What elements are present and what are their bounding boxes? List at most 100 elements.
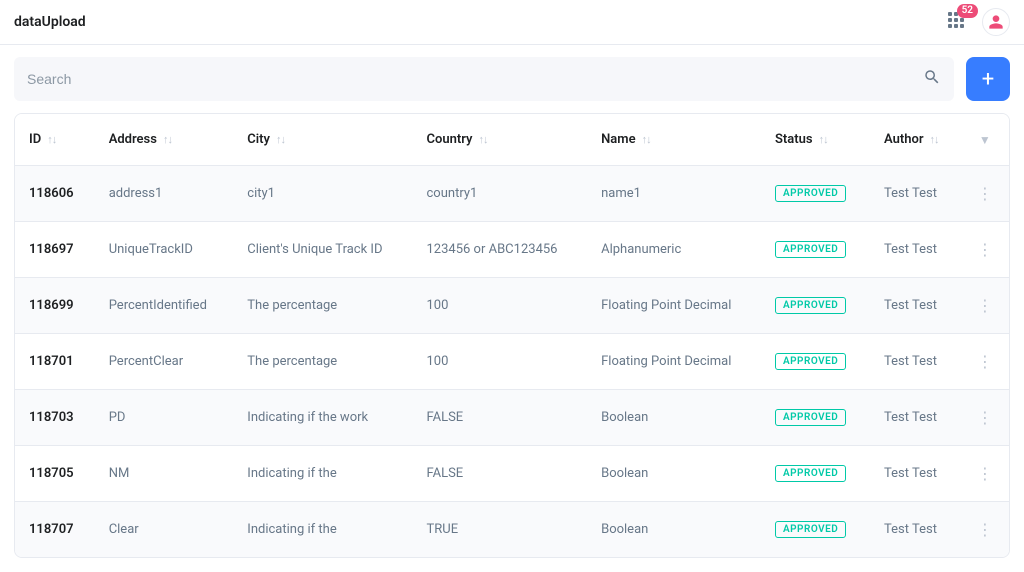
cell-status: APPROVED <box>761 334 870 390</box>
cell-status: APPROVED <box>761 278 870 334</box>
plus-icon: + <box>982 67 994 92</box>
cell-status: APPROVED <box>761 446 870 502</box>
cell-city: Client's Unique Track ID <box>233 222 412 278</box>
cell-country: TRUE <box>413 502 588 557</box>
col-city[interactable]: City↑↓ <box>233 114 412 166</box>
cell-id: 118699 <box>15 278 95 334</box>
status-badge: APPROVED <box>775 353 846 370</box>
status-badge: APPROVED <box>775 465 846 482</box>
cell-address: NM <box>95 446 234 502</box>
cell-id: 118606 <box>15 166 95 222</box>
cell-country: FALSE <box>413 446 588 502</box>
cell-address: PD <box>95 390 234 446</box>
cell-city: city1 <box>233 166 412 222</box>
notification-badge: 52 <box>957 4 978 18</box>
table-row: 118697UniqueTrackIDClient's Unique Track… <box>15 222 1009 278</box>
row-menu-button[interactable]: ⋮ <box>961 502 1009 557</box>
col-name[interactable]: Name↑↓ <box>587 114 761 166</box>
cell-address: PercentIdentified <box>95 278 234 334</box>
data-table: ID↑↓Address↑↓City↑↓Country↑↓Name↑↓Status… <box>14 113 1010 558</box>
table-row: 118699PercentIdentifiedThe percentage100… <box>15 278 1009 334</box>
sort-icon: ↑↓ <box>479 133 488 146</box>
table-row: 118705NMIndicating if theFALSEBoolean APP… <box>15 446 1009 502</box>
cell-city: The percentage <box>233 278 412 334</box>
sort-icon: ↑↓ <box>47 133 56 146</box>
cell-address: address1 <box>95 166 234 222</box>
row-menu-button[interactable]: ⋮ <box>961 278 1009 334</box>
col-country[interactable]: Country↑↓ <box>413 114 588 166</box>
col-address[interactable]: Address↑↓ <box>95 114 234 166</box>
table-row: 118707ClearIndicating if theTRUEBoolean A… <box>15 502 1009 557</box>
row-menu-button[interactable]: ⋮ <box>961 446 1009 502</box>
cell-id: 118705 <box>15 446 95 502</box>
cell-name: name1 <box>587 166 761 222</box>
cell-status: APPROVED <box>761 502 870 557</box>
cell-address: PercentClear <box>95 334 234 390</box>
page-title: dataUpload <box>14 14 86 30</box>
user-icon <box>988 14 1004 30</box>
table-row: 118703PDIndicating if the workFALSEBoole… <box>15 390 1009 446</box>
cell-author: Test Test <box>870 278 961 334</box>
status-badge: APPROVED <box>775 185 846 202</box>
search-box <box>14 57 954 101</box>
cell-country: 100 <box>413 334 588 390</box>
row-menu-button[interactable]: ⋮ <box>961 166 1009 222</box>
search-icon[interactable] <box>923 68 941 90</box>
sort-icon: ↑↓ <box>930 133 939 146</box>
cell-author: Test Test <box>870 390 961 446</box>
cell-country: country1 <box>413 166 588 222</box>
table-row: 118701PercentClearThe percentage100Float… <box>15 334 1009 390</box>
cell-city: Indicating if the <box>233 502 412 557</box>
cell-name: Boolean <box>587 446 761 502</box>
topbar-actions: 52 <box>948 8 1010 36</box>
cell-status: APPROVED <box>761 222 870 278</box>
cell-country: FALSE <box>413 390 588 446</box>
row-menu-button[interactable]: ⋮ <box>961 334 1009 390</box>
cell-id: 118707 <box>15 502 95 557</box>
user-avatar[interactable] <box>982 8 1010 36</box>
cell-name: Floating Point Decimal <box>587 334 761 390</box>
cell-address: UniqueTrackID <box>95 222 234 278</box>
apps-button[interactable]: 52 <box>948 12 968 32</box>
status-badge: APPROVED <box>775 409 846 426</box>
cell-address: Clear <box>95 502 234 557</box>
cell-name: Boolean <box>587 502 761 557</box>
col-id[interactable]: ID↑↓ <box>15 114 95 166</box>
search-input[interactable] <box>27 71 923 87</box>
cell-city: Indicating if the <box>233 446 412 502</box>
cell-country: 123456 or ABC123456 <box>413 222 588 278</box>
cell-city: The percentage <box>233 334 412 390</box>
sort-icon: ↑↓ <box>276 133 285 146</box>
row-menu-button[interactable]: ⋮ <box>961 390 1009 446</box>
cell-author: Test Test <box>870 502 961 557</box>
cell-country: 100 <box>413 278 588 334</box>
search-row: + <box>0 45 1024 113</box>
sort-icon: ↑↓ <box>819 133 828 146</box>
topbar: dataUpload 52 <box>0 0 1024 45</box>
cell-id: 118701 <box>15 334 95 390</box>
cell-author: Test Test <box>870 222 961 278</box>
cell-name: Floating Point Decimal <box>587 278 761 334</box>
row-menu-button[interactable]: ⋮ <box>961 222 1009 278</box>
cell-name: Boolean <box>587 390 761 446</box>
col-actions[interactable]: ▼ <box>961 114 1009 166</box>
status-badge: APPROVED <box>775 297 846 314</box>
status-badge: APPROVED <box>775 241 846 258</box>
cell-author: Test Test <box>870 166 961 222</box>
chevron-down-icon: ▼ <box>979 133 991 147</box>
add-button[interactable]: + <box>966 57 1010 101</box>
cell-name: Alphanumeric <box>587 222 761 278</box>
cell-id: 118697 <box>15 222 95 278</box>
cell-city: Indicating if the work <box>233 390 412 446</box>
sort-icon: ↑↓ <box>163 133 172 146</box>
table-row: 118606address1city1country1name1 APPROVED… <box>15 166 1009 222</box>
status-badge: APPROVED <box>775 521 846 538</box>
cell-author: Test Test <box>870 446 961 502</box>
sort-icon: ↑↓ <box>642 133 651 146</box>
cell-author: Test Test <box>870 334 961 390</box>
cell-status: APPROVED <box>761 166 870 222</box>
cell-status: APPROVED <box>761 390 870 446</box>
col-author[interactable]: Author↑↓ <box>870 114 961 166</box>
table-wrap: ID↑↓Address↑↓City↑↓Country↑↓Name↑↓Status… <box>0 113 1024 572</box>
col-status[interactable]: Status↑↓ <box>761 114 870 166</box>
